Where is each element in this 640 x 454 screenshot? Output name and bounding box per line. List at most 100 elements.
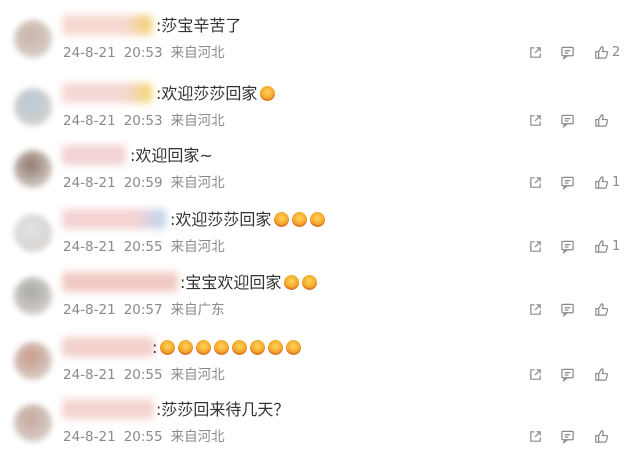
comment-location: 来自河北	[170, 367, 225, 383]
share-icon	[530, 177, 541, 188]
like-icon	[595, 303, 609, 316]
emoji-icon	[302, 275, 318, 290]
emoji-icon	[284, 275, 300, 290]
comment-row: :欢迎莎莎回家 24-8-21 20:53 来自河北	[0, 76, 640, 138]
comment-body: :	[152, 338, 158, 357]
username-blurred[interactable]	[62, 145, 126, 165]
comment-location: 来自河北	[170, 175, 225, 191]
like-count: 2	[612, 45, 621, 60]
username-blurred[interactable]	[62, 15, 152, 35]
username-blurred[interactable]	[62, 399, 154, 419]
comment-text: :莎宝辛苦了	[156, 16, 241, 36]
comment-text: :欢迎莎莎回家	[156, 84, 276, 104]
username-blurred[interactable]	[62, 83, 152, 103]
reply-button[interactable]	[560, 113, 575, 129]
reply-icon	[561, 303, 574, 317]
comment-body: :莎莎回来待几天？	[156, 400, 290, 419]
avatar[interactable]	[14, 88, 52, 126]
like-icon	[595, 240, 609, 253]
like-button[interactable]	[594, 45, 609, 61]
comment-meta: 24-8-21 20:53 来自河北	[63, 113, 225, 129]
reply-button[interactable]	[560, 367, 575, 383]
share-button[interactable]	[528, 429, 543, 445]
comment-body: :莎宝辛苦了	[156, 16, 242, 35]
like-icon	[595, 368, 609, 381]
share-icon	[530, 47, 541, 58]
share-icon	[530, 431, 541, 442]
avatar[interactable]	[14, 20, 52, 58]
comment-time: 20:59	[123, 175, 163, 191]
comment-body: :欢迎回家~	[130, 146, 213, 165]
share-button[interactable]	[528, 302, 543, 318]
comment-location: 来自河北	[170, 45, 225, 61]
username-blurred[interactable]	[62, 337, 154, 357]
share-button[interactable]	[528, 113, 543, 129]
emoji-icon	[310, 212, 326, 227]
comment-time: 20:57	[123, 302, 163, 318]
avatar[interactable]	[14, 404, 52, 442]
comment-date: 24-8-21	[63, 175, 116, 191]
like-button[interactable]	[594, 367, 609, 383]
comment-location: 来自广东	[170, 302, 225, 318]
emoji-icon	[196, 340, 212, 355]
reply-icon	[561, 240, 574, 254]
avatar[interactable]	[14, 342, 52, 380]
comment-text: :	[152, 338, 302, 358]
like-button[interactable]	[594, 302, 609, 318]
share-icon	[530, 304, 541, 315]
share-button[interactable]	[528, 45, 543, 61]
comment-meta: 24-8-21 20:55 来自河北	[63, 429, 225, 445]
like-icon	[595, 430, 609, 443]
comment-row: :莎宝辛苦了 24-8-21 20:53 来自河北 2	[0, 8, 640, 70]
avatar[interactable]	[14, 214, 52, 252]
like-button[interactable]	[594, 239, 609, 255]
reply-button[interactable]	[560, 302, 575, 318]
comment-date: 24-8-21	[63, 239, 116, 255]
comment-body: :宝宝欢迎回家	[180, 273, 282, 292]
like-button[interactable]	[594, 175, 609, 191]
like-button[interactable]	[594, 429, 609, 445]
comment-text: :宝宝欢迎回家	[180, 273, 318, 293]
reply-icon	[561, 430, 574, 444]
comment-row: :莎莎回来待几天？ 24-8-21 20:55 来自河北	[0, 392, 640, 454]
comment-time: 20:55	[123, 367, 163, 383]
comment-date: 24-8-21	[63, 113, 116, 129]
comment-row: :欢迎回家~ 24-8-21 20:59 来自河北 1	[0, 138, 640, 200]
comment-date: 24-8-21	[63, 429, 116, 445]
reply-button[interactable]	[560, 429, 575, 445]
comment-meta: 24-8-21 20:55 来自河北	[63, 239, 225, 255]
reply-button[interactable]	[560, 175, 575, 191]
share-button[interactable]	[528, 239, 543, 255]
emoji-icon	[250, 340, 266, 355]
share-button[interactable]	[528, 367, 543, 383]
share-icon	[530, 369, 541, 380]
comment-row: :宝宝欢迎回家 24-8-21 20:57 来自广东	[0, 265, 640, 327]
reply-icon	[561, 114, 574, 128]
comment-location: 来自河北	[170, 239, 225, 255]
username-blurred[interactable]	[62, 209, 166, 229]
comment-meta: 24-8-21 20:55 来自河北	[63, 367, 225, 383]
emoji-icon	[268, 340, 284, 355]
comment-time: 20:53	[123, 113, 163, 129]
like-count: 1	[612, 239, 621, 254]
emoji-icon	[274, 212, 290, 227]
comment-location: 来自河北	[170, 429, 225, 445]
like-count: 1	[612, 175, 621, 190]
comment-text: :莎莎回来待几天？	[156, 400, 289, 420]
comment-meta: 24-8-21 20:59 来自河北	[63, 175, 225, 191]
reply-icon	[561, 176, 574, 190]
comment-row: :欢迎莎莎回家 24-8-21 20:55 来自河北 1	[0, 202, 640, 264]
comment-body: :欢迎莎莎回家	[156, 84, 258, 103]
emoji-icon	[214, 340, 230, 355]
avatar[interactable]	[14, 150, 52, 188]
share-button[interactable]	[528, 175, 543, 191]
username-blurred[interactable]	[62, 272, 178, 292]
avatar[interactable]	[14, 277, 52, 315]
emoji-icon	[160, 340, 176, 355]
emoji-icon	[286, 340, 302, 355]
reply-button[interactable]	[560, 45, 575, 61]
share-icon	[530, 241, 541, 252]
reply-button[interactable]	[560, 239, 575, 255]
emoji-icon	[260, 86, 276, 101]
like-button[interactable]	[594, 113, 609, 129]
